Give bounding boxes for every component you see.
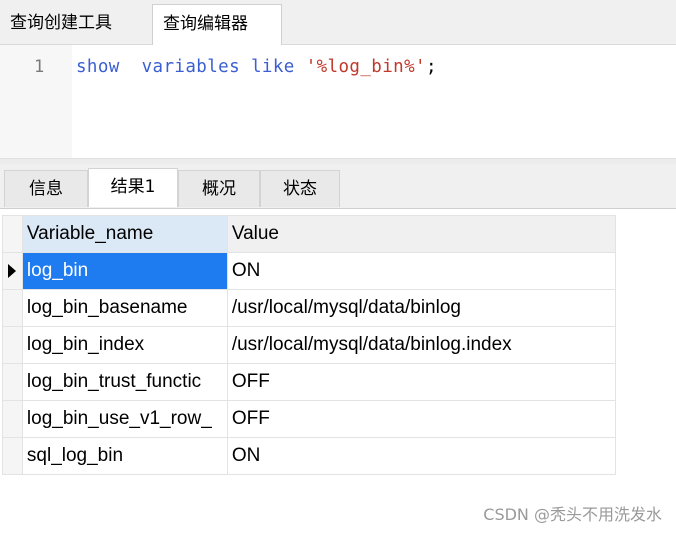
tab-info[interactable]: 信息 [4,170,88,207]
line-number: 1 [34,57,45,77]
table-row[interactable]: log_bin_index /usr/local/mysql/data/binl… [2,326,617,364]
tab-query-builder[interactable]: 查询创建工具 [0,4,150,42]
row-indicator [2,326,23,364]
row-indicator [2,437,23,475]
cell-value[interactable]: ON [226,252,617,290]
keyword-show: show [76,57,120,77]
watermark: CSDN @秃头不用洗发水 [483,505,662,524]
cell-value[interactable]: /usr/local/mysql/data/binlog [226,289,617,327]
table-row[interactable]: log_bin ON [2,252,617,290]
table-row[interactable]: sql_log_bin ON [2,437,617,475]
semicolon: ; [425,57,437,77]
grid-header-row: Variable_name Value [2,215,617,253]
cell-variable-name[interactable]: sql_log_bin [21,437,228,475]
cell-value[interactable]: OFF [226,400,617,438]
row-indicator-header [2,215,23,253]
table-row[interactable]: log_bin_use_v1_row_ OFF [2,400,617,438]
row-indicator [2,252,23,290]
keyword-like: like [251,57,295,77]
tab-overview[interactable]: 概况 [178,170,260,207]
cell-variable-name[interactable]: log_bin_trust_functic [21,363,228,401]
result-tab-bar: 信息 结果1 概况 状态 [0,164,676,209]
column-header-variable-name[interactable]: Variable_name [21,215,228,253]
row-indicator [2,363,23,401]
cell-variable-name[interactable]: log_bin_index [21,326,228,364]
sql-editor[interactable]: 1 show variables like '%log_bin%'; [0,45,676,158]
cell-value[interactable]: /usr/local/mysql/data/binlog.index [226,326,617,364]
line-gutter: 1 [0,45,72,158]
cell-variable-name[interactable]: log_bin_basename [21,289,228,327]
row-indicator [2,400,23,438]
current-row-arrow-icon [8,263,17,278]
result-grid: Variable_name Value log_bin ON log_bin_b… [2,215,617,475]
tab-status[interactable]: 状态 [260,170,340,207]
table-row[interactable]: log_bin_basename /usr/local/mysql/data/b… [2,289,617,327]
top-tab-bar: 查询创建工具 查询编辑器 [0,0,676,45]
string-literal: '%log_bin%' [305,57,426,77]
keyword-variables: variables [141,57,241,77]
table-row[interactable]: log_bin_trust_functic OFF [2,363,617,401]
tab-query-editor[interactable]: 查询编辑器 [152,4,282,45]
column-header-value[interactable]: Value [226,215,617,253]
row-indicator [2,289,23,327]
code-line[interactable]: show variables like '%log_bin%'; [76,57,437,77]
cell-variable-name[interactable]: log_bin_use_v1_row_ [21,400,228,438]
cell-variable-name[interactable]: log_bin [21,252,228,290]
cell-value[interactable]: OFF [226,363,617,401]
cell-value[interactable]: ON [226,437,617,475]
tab-result1[interactable]: 结果1 [88,168,178,207]
